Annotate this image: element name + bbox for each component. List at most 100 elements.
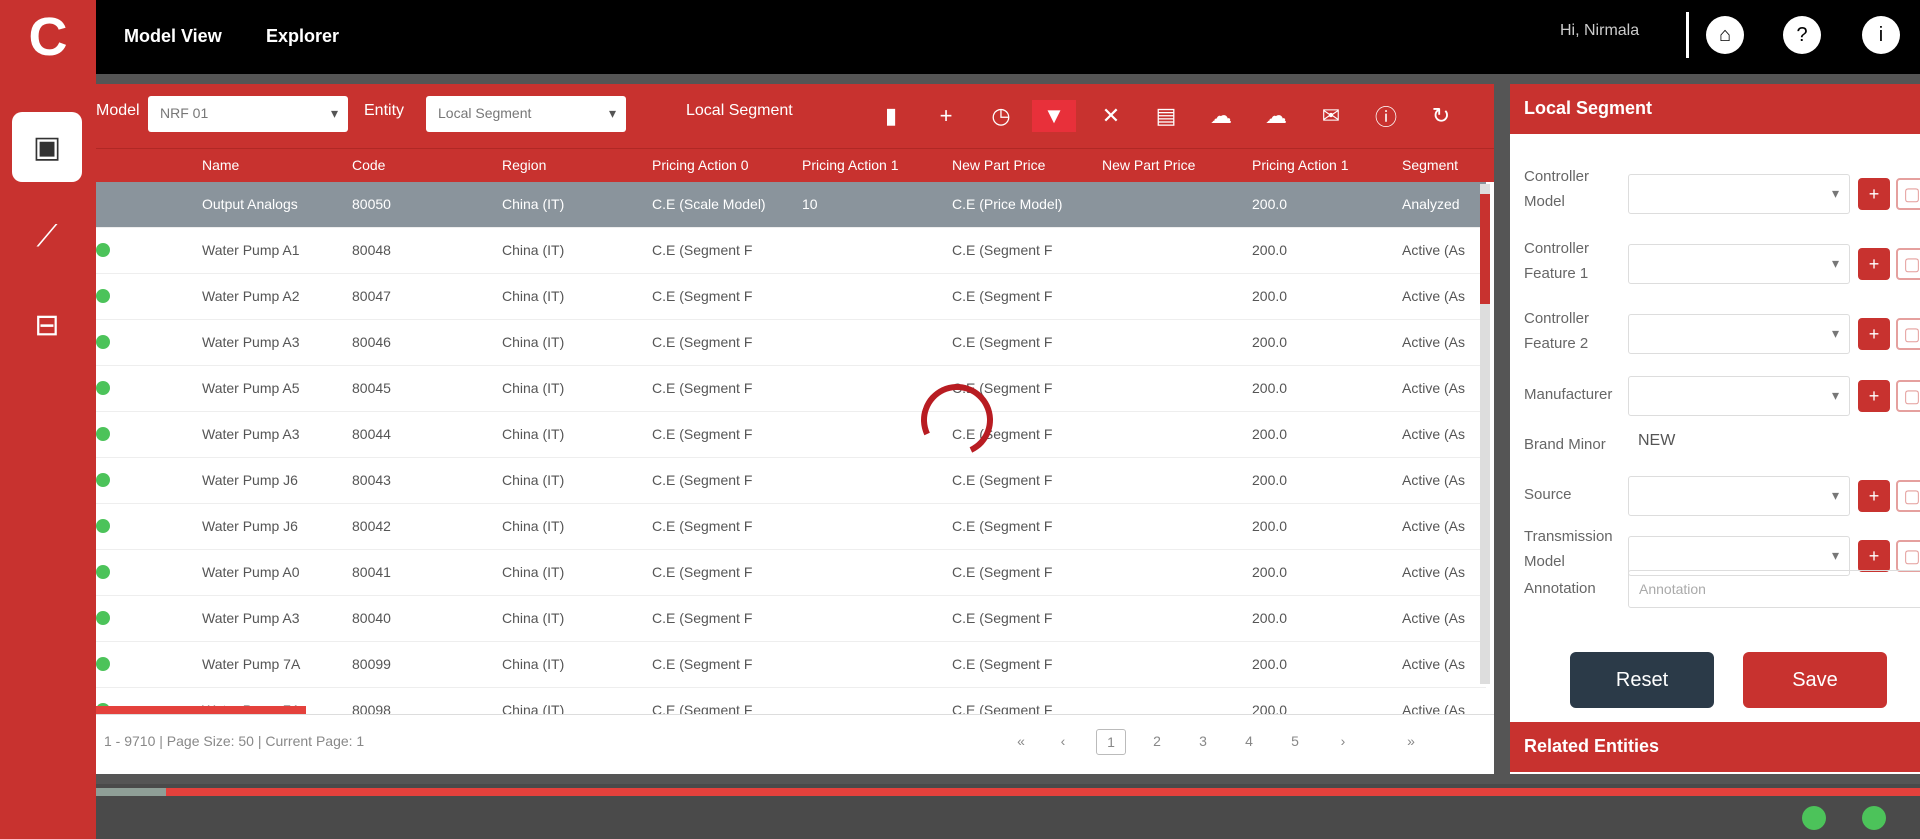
tools-icon[interactable]: ✕ [1094,100,1128,132]
status-dot-icon [96,657,110,671]
annotation-input[interactable]: Annotation [1628,570,1920,608]
related-entities-header[interactable]: Related Entities [1510,722,1920,772]
page-button[interactable]: 2 [1142,733,1172,749]
table-cell: China (IT) [502,564,565,580]
plus-icon[interactable]: + [929,100,963,132]
chart-icon[interactable]: ⟋ [12,202,82,272]
column-header[interactable]: New Part Price [1102,157,1242,173]
table-row[interactable]: Water Pump A1 80048 China (IT) C.E (Segment… [96,228,1486,274]
mail-icon[interactable]: ✉ [1314,100,1348,132]
vertical-scrollbar[interactable] [1480,184,1490,684]
page-button[interactable]: » [1396,733,1426,749]
table-cell: Active (As [1402,426,1466,442]
table-cell: Analyzed [1402,196,1460,212]
refresh-icon[interactable]: ↻ [1424,100,1458,132]
field-label-controller-feature1: Controller Feature 1 [1524,240,1590,282]
table-row[interactable]: Water Pump J6 80042 China (IT) C.E (Segment… [96,504,1486,550]
clock-icon[interactable]: ◷ [984,100,1018,132]
table-row[interactable]: Water Pump 7A 80099 China (IT) C.E (Segment… [96,642,1486,688]
column-header[interactable]: New Part Price [952,157,1092,173]
clipboard-icon[interactable]: ▮ [874,100,908,132]
chevron-down-icon: ▾ [1831,487,1839,503]
brand-logo[interactable]: C [0,0,96,74]
user-greeting: Hi, Nirmala [1560,22,1640,39]
page-button[interactable]: « [1006,733,1036,749]
horizontal-scrollbar[interactable] [96,706,306,714]
source-select[interactable]: ▾ [1628,476,1850,516]
column-header[interactable]: Code [352,157,492,173]
table-row[interactable]: Water Pump J6 80043 China (IT) C.E (Segment… [96,458,1486,504]
table-cell: Water Pump A3 [202,610,300,626]
add-button[interactable]: + [1858,178,1890,210]
table-cell: Active (As [1402,380,1466,396]
filter-icon[interactable]: ▼ [1032,100,1076,132]
add-button[interactable]: + [1858,248,1890,280]
table-cell: Active (As [1402,518,1466,534]
page-button[interactable]: 5 [1280,733,1310,749]
column-header[interactable]: Segment [1402,157,1492,173]
add-button[interactable]: + [1858,480,1890,512]
column-header[interactable]: Name [202,157,342,173]
table-cell: C.E (Segment F [652,426,753,442]
cloud-download-icon[interactable]: ☁ [1259,100,1293,132]
cloud-upload-icon[interactable]: ☁ [1204,100,1238,132]
controller-feature2-select[interactable]: ▾ [1628,314,1850,354]
user-icon[interactable]: i [1862,16,1900,54]
table-cell: C.E (Segment F [652,380,753,396]
entity-select[interactable]: Local Segment ▾ [426,96,626,132]
edit-button[interactable]: ▢ [1896,380,1920,412]
table-row[interactable]: Output Analogs 80050 China (IT) C.E (Scale … [96,182,1486,228]
controller-feature1-select[interactable]: ▾ [1628,244,1850,284]
status-dot-icon [96,243,110,257]
controller-model-select[interactable]: ▾ [1628,174,1850,214]
page-button[interactable]: › [1328,733,1358,749]
page-button[interactable]: 4 [1234,733,1264,749]
edit-button[interactable]: ▢ [1896,178,1920,210]
table-cell: 80043 [352,472,391,488]
page-button[interactable]: ‹ [1048,733,1078,749]
table-row[interactable]: Water Pump A5 80045 China (IT) C.E (Segment… [96,366,1486,412]
nav-model-view[interactable]: Model View [124,26,222,47]
table-cell: C.E (Segment F [952,610,1053,626]
home-icon[interactable]: ⌂ [1706,16,1744,54]
briefcase-icon[interactable]: ⊟ [12,290,82,360]
manufacturer-select[interactable]: ▾ [1628,376,1850,416]
add-button[interactable]: + [1858,318,1890,350]
table-row[interactable]: Water Pump A2 80047 China (IT) C.E (Segment… [96,274,1486,320]
top-bar: C Model View Explorer Hi, Nirmala ⌂ ? i [0,0,1920,74]
edit-button[interactable]: ▢ [1896,248,1920,280]
status-dot-icon [96,473,110,487]
table-row[interactable]: Water Pump A3 80044 China (IT) C.E (Segment… [96,412,1486,458]
column-header[interactable]: Pricing Action 1 [1252,157,1392,173]
help-icon[interactable]: ? [1783,16,1821,54]
add-button[interactable]: + [1858,380,1890,412]
scrollbar-thumb[interactable] [1480,194,1490,304]
table-cell: China (IT) [502,380,565,396]
progress-strip [96,788,1920,796]
model-select[interactable]: NRF 01 ▾ [148,96,348,132]
page-button[interactable]: 3 [1188,733,1218,749]
info-icon[interactable]: ⓘ [1369,100,1403,132]
table-cell: C.E (Segment F [952,472,1053,488]
table-row[interactable]: Water Pump A0 80041 China (IT) C.E (Segment… [96,550,1486,596]
chip-icon[interactable]: ▣ [12,112,82,182]
column-header[interactable]: Pricing Action 1 [802,157,942,173]
edit-button[interactable]: ▢ [1896,480,1920,512]
column-header[interactable]: Pricing Action 0 [652,157,792,173]
nav-explorer[interactable]: Explorer [266,26,339,47]
table-cell: 80045 [352,380,391,396]
table-cell: C.E (Segment F [952,334,1053,350]
save-button[interactable]: Save [1743,652,1887,708]
add-button[interactable]: + [1858,540,1890,572]
table-row[interactable]: Water Pump A3 80046 China (IT) C.E (Segment… [96,320,1486,366]
edit-button[interactable]: ▢ [1896,318,1920,350]
reset-button[interactable]: Reset [1570,652,1714,708]
edit-button[interactable]: ▢ [1896,540,1920,572]
column-header[interactable]: Region [502,157,642,173]
chevron-down-icon: ▾ [608,105,616,121]
page-button[interactable]: 1 [1096,729,1126,755]
table-cell: Water Pump J6 [202,518,298,534]
table-row[interactable]: Water Pump A3 80040 China (IT) C.E (Segment… [96,596,1486,642]
grid-icon[interactable]: ▤ [1149,100,1183,132]
chevron-down-icon: ▾ [1831,185,1839,201]
